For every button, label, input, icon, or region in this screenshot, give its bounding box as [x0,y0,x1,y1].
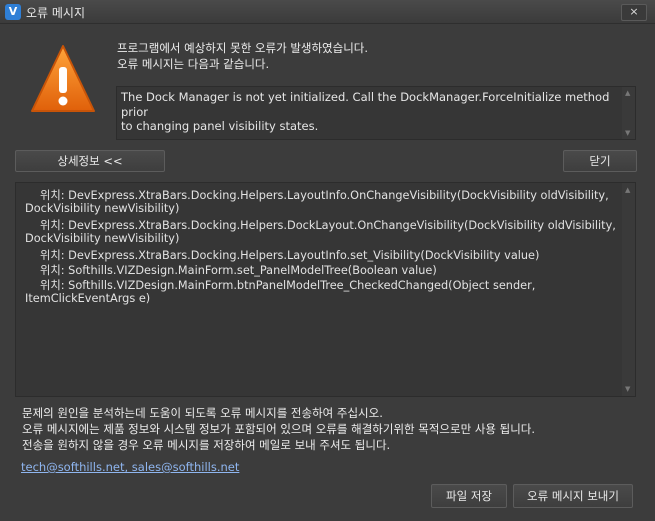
details-toggle-button[interactable]: 상세정보 << [15,150,165,172]
info-line-2: 오류 메시지에는 제품 정보와 시스템 정보가 포함되어 있으며 오류를 해결하… [22,422,536,436]
window-close-button[interactable]: × [621,4,647,21]
scroll-down-arrow-icon[interactable]: ▼ [625,129,630,137]
stack-trace-line: 위치: DevExpress.XtraBars.Docking.Helpers.… [40,249,540,262]
window-title: 오류 메시지 [26,6,86,20]
error-message-text: The Dock Manager is not yet initialized.… [121,90,615,134]
title-bar: V 오류 메시지 × [0,0,655,24]
scroll-up-arrow-icon[interactable]: ▲ [625,89,630,97]
error-box-scrollbar[interactable]: ▲ ▼ [622,87,635,139]
message-line-2: 오류 메시지는 다음과 같습니다. [117,57,270,71]
stack-trace-line: ItemClickEventArgs e) [25,292,151,305]
error-message-box[interactable]: The Dock Manager is not yet initialized.… [116,86,636,140]
stack-trace-line: DockVisibility newVisibility) [25,232,180,245]
warning-icon [31,45,95,112]
stack-trace-line: 위치: DevExpress.XtraBars.Docking.Helpers.… [40,189,609,202]
close-button[interactable]: 닫기 [563,150,637,172]
error-text-line-1: The Dock Manager is not yet initialized.… [121,90,610,119]
error-text-line-2: to changing panel visibility states. [121,119,319,133]
stack-trace-box[interactable]: 위치: DevExpress.XtraBars.Docking.Helpers.… [15,182,636,397]
stack-trace-line: DockVisibility newVisibility) [25,202,180,215]
scroll-down-arrow-icon[interactable]: ▼ [625,385,630,393]
stack-trace-scrollbar[interactable]: ▲ ▼ [622,183,635,396]
stack-trace-line: 위치: DevExpress.XtraBars.Docking.Helpers.… [40,219,616,232]
info-line-3: 전송을 원하지 않을 경우 오류 메시지를 저장하여 메일로 보내 주셔도 됩니… [22,438,391,452]
app-logo-icon: V [5,4,21,20]
support-email-link[interactable]: tech@softhills.net, sales@softhills.net [21,460,239,474]
message-line-1: 프로그램에서 예상하지 못한 오류가 발생하였습니다. [117,41,369,55]
scroll-up-arrow-icon[interactable]: ▲ [625,186,630,194]
send-error-button[interactable]: 오류 메시지 보내기 [513,484,633,508]
stack-trace-line: 위치: Softhills.VIZDesign.MainForm.btnPane… [40,279,536,292]
stack-trace-line: 위치: Softhills.VIZDesign.MainForm.set_Pan… [40,264,437,277]
info-line-1: 문제의 원인을 분석하는데 도움이 되도록 오류 메시지를 전송하여 주십시오. [22,406,383,420]
save-file-button[interactable]: 파일 저장 [431,484,507,508]
